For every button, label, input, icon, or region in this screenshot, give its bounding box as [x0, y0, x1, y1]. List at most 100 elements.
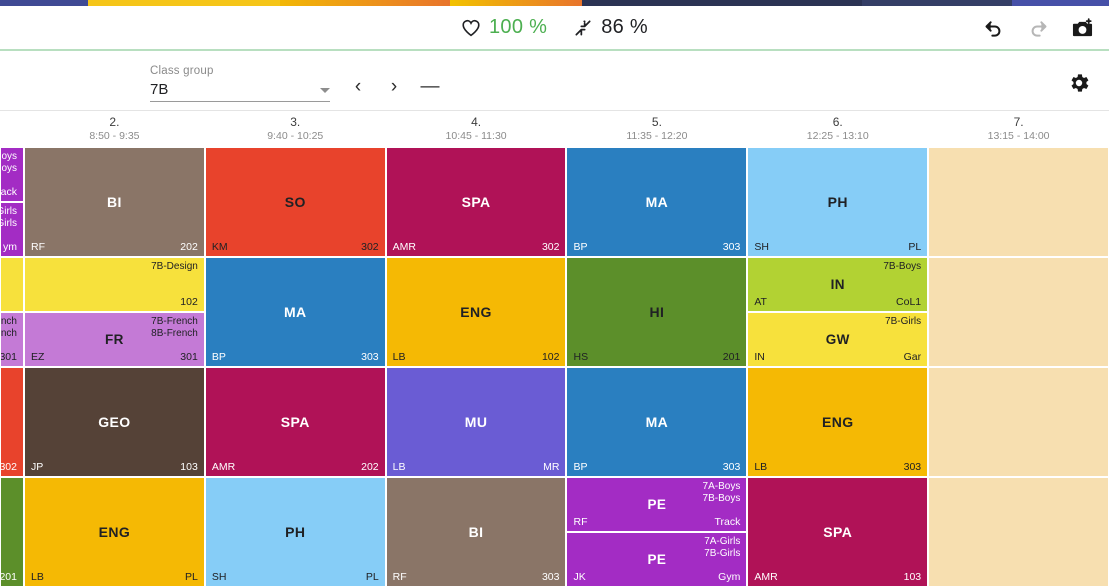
lesson-block[interactable]: ENG LB PL	[25, 478, 204, 586]
lesson-cell[interactable]: SPA AMR 202	[205, 367, 386, 477]
lesson-teacher: SH	[754, 241, 769, 253]
lesson-block[interactable]: HI HS 201	[567, 258, 747, 366]
lesson-cell[interactable]: 7B-Boys IN AT CoL1 7B-Girls GW IN Gar	[747, 257, 928, 367]
lesson-cell[interactable]: SPA AMR 302	[386, 147, 567, 257]
lesson-cell[interactable]: MA BP 303	[566, 147, 747, 257]
lesson-cell[interactable]: BI RF 202	[24, 147, 205, 257]
lesson-block[interactable]: MU LB MR	[386, 368, 566, 476]
lesson-block[interactable]: 201	[1, 478, 23, 586]
lesson-block[interactable]	[1, 258, 23, 311]
lesson-room: 303	[361, 351, 379, 363]
lesson-teacher: AMR	[211, 461, 236, 473]
empty-slot[interactable]	[929, 258, 1108, 366]
lesson-block[interactable]: SPA AMR 202	[205, 368, 385, 476]
lesson-room: CoL1	[896, 296, 922, 308]
class-group-field[interactable]: 7B	[150, 81, 330, 102]
lesson-teacher: LB	[31, 571, 44, 583]
lesson-cell[interactable]: 7A-Boys 7B-Boys PE RF Track 7A-Girls 7B-Girls P…	[566, 477, 747, 587]
lesson-block[interactable]: 302	[1, 368, 23, 476]
cut-off-lesson-cell[interactable]: nch nch 301	[0, 257, 24, 367]
lesson-block[interactable]: oys oys ack	[1, 148, 23, 201]
minus-button[interactable]: —	[416, 73, 444, 101]
lesson-block[interactable]: PH SH PL	[205, 478, 385, 586]
lesson-block[interactable]: GEO JP 103	[25, 368, 204, 476]
cut-off-lesson-cell[interactable]: oysoys ack GirlsGirls ym	[0, 147, 24, 257]
lesson-cell[interactable]: PH SH PL	[747, 147, 928, 257]
undo-button[interactable]	[981, 16, 1007, 42]
empty-lesson-cell[interactable]	[928, 257, 1109, 367]
lesson-cell[interactable]: MA BP 303	[566, 367, 747, 477]
class-group-select[interactable]: Class group 7B	[150, 65, 330, 102]
lesson-room: 302	[541, 241, 560, 253]
lesson-block[interactable]: 7A-Boys 7B-Boys PE RF Track	[567, 478, 747, 531]
lesson-cell[interactable]: PH SH PL	[205, 477, 386, 587]
lesson-room: PL	[908, 241, 922, 253]
lesson-block[interactable]: BI RF 303	[386, 478, 566, 586]
screenshot-button[interactable]	[1069, 16, 1095, 42]
lesson-room: 202	[180, 241, 198, 253]
settings-button[interactable]	[1067, 71, 1091, 100]
lesson-block[interactable]: MA BP 303	[567, 368, 747, 476]
lesson-groups: 7A-Boys 7B-Boys	[702, 481, 741, 504]
prev-button[interactable]: ‹	[344, 73, 372, 101]
lesson-block[interactable]: 7B-Design 102	[25, 258, 204, 311]
lesson-block[interactable]: 7B-Girls GW IN Gar	[748, 311, 928, 366]
lesson-block[interactable]: 7B-French 8B-French FR EZ 301	[25, 311, 204, 366]
lesson-cell[interactable]: MU LB MR	[386, 367, 567, 477]
lesson-subject: SPA	[823, 524, 853, 540]
lesson-room: 302	[361, 241, 379, 253]
lesson-subject: ENG	[821, 414, 854, 430]
cut-off-lesson-cell[interactable]: 302	[0, 367, 24, 477]
cut-off-lesson-cell[interactable]: 201	[0, 477, 24, 587]
empty-slot[interactable]	[929, 478, 1108, 586]
row-label-gutter	[0, 111, 24, 147]
lesson-subject: SPA	[280, 414, 310, 430]
redo-button[interactable]	[1025, 16, 1051, 42]
lesson-block[interactable]: BI RF 202	[25, 148, 204, 256]
lesson-block[interactable]: 7B-Boys IN AT CoL1	[748, 258, 928, 311]
lesson-room: MR	[543, 461, 560, 473]
lesson-block[interactable]: SPA AMR 103	[748, 478, 928, 586]
empty-slot[interactable]	[929, 368, 1108, 476]
stats-group: 100 % 86 %	[461, 16, 648, 39]
lesson-block[interactable]: 7A-Girls 7B-Girls PE JK Gym	[567, 531, 747, 586]
lesson-subject: PH	[827, 194, 848, 210]
lesson-subject: MU	[464, 414, 488, 430]
lesson-cell[interactable]: ENG LB 102	[386, 257, 567, 367]
lesson-cell[interactable]: MA BP 303	[205, 257, 386, 367]
lesson-cell[interactable]: HI HS 201	[566, 257, 747, 367]
column-number: 5.	[651, 114, 662, 129]
lesson-cell[interactable]: ENG LB PL	[24, 477, 205, 587]
lesson-block[interactable]: MA BP 303	[567, 148, 747, 256]
lesson-subject: SPA	[461, 194, 491, 210]
lesson-block[interactable]: GirlsGirls ym	[1, 201, 23, 256]
empty-lesson-cell[interactable]	[928, 367, 1109, 477]
undo-icon	[985, 20, 1001, 37]
lesson-subject: ENG	[460, 304, 492, 320]
lesson-cell[interactable]: SO KM 302	[205, 147, 386, 257]
timetable-column-headers: 2. 8:50 - 9:35 3. 9:40 - 10:25 4. 10:45 …	[0, 111, 1109, 147]
empty-lesson-cell[interactable]	[928, 147, 1109, 257]
lesson-teacher: JP	[31, 461, 44, 473]
lesson-block[interactable]: MA BP 303	[205, 258, 385, 366]
lesson-block[interactable]: ENG LB 303	[748, 368, 928, 476]
lesson-block[interactable]: PH SH PL	[748, 148, 928, 256]
lesson-subject: PH	[285, 524, 306, 540]
empty-slot[interactable]	[929, 148, 1108, 256]
lesson-groups: 7B-Girls	[885, 316, 922, 327]
lesson-block[interactable]: SPA AMR 302	[386, 148, 566, 256]
lesson-room: 103	[180, 461, 198, 473]
lesson-cell[interactable]: 7B-Design 102 7B-French 8B-French FR EZ 301	[24, 257, 205, 367]
lesson-block[interactable]: ENG LB 102	[386, 258, 566, 366]
lesson-room: 102	[180, 296, 198, 308]
lesson-cell[interactable]: SPA AMR 103	[747, 477, 928, 587]
lesson-cell[interactable]: ENG LB 303	[747, 367, 928, 477]
next-button[interactable]: ›	[380, 73, 408, 101]
lesson-block[interactable]: SO KM 302	[205, 148, 385, 256]
empty-lesson-cell[interactable]	[928, 477, 1109, 587]
lesson-room: 301	[180, 351, 198, 363]
lesson-block[interactable]: nch nch 301	[1, 311, 23, 366]
lesson-cell[interactable]: GEO JP 103	[24, 367, 205, 477]
lesson-cell[interactable]: BI RF 303	[386, 477, 567, 587]
lesson-room: 303	[722, 241, 741, 253]
